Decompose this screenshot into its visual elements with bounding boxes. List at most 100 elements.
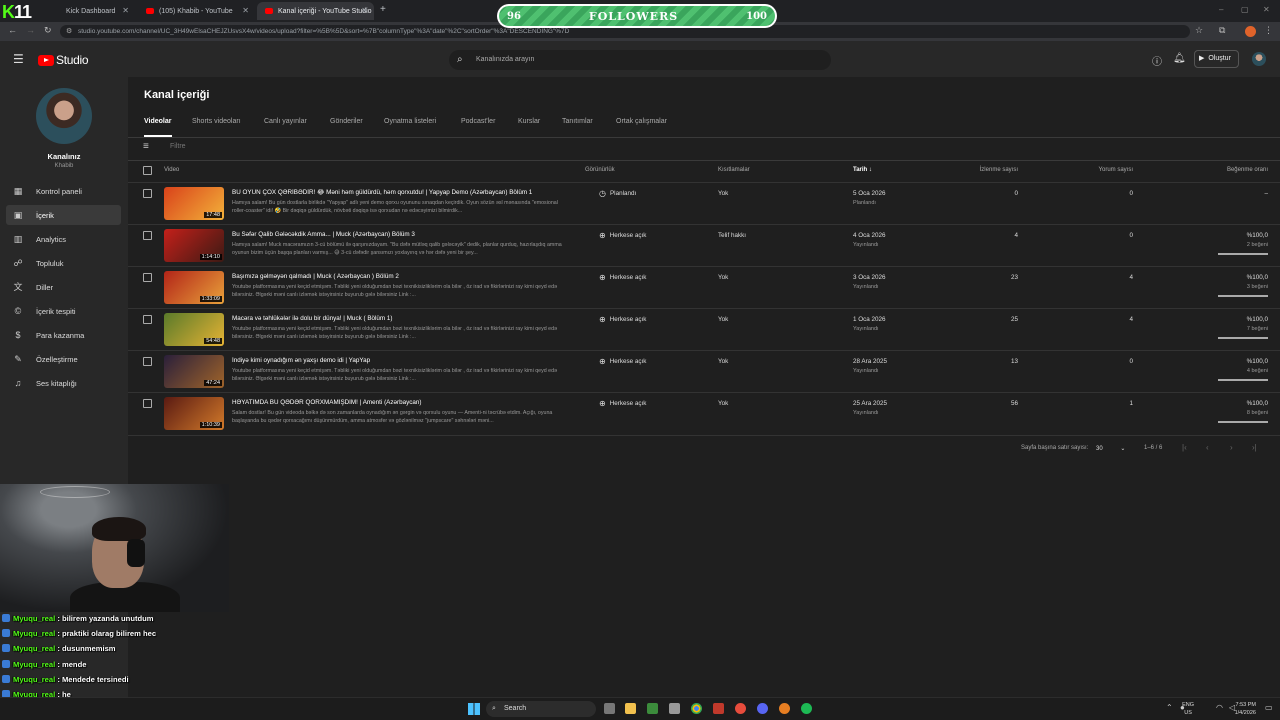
visibility-cell[interactable]: ⊕ Herkese açık bbox=[599, 231, 646, 240]
table-row[interactable]: 1:14:10 Bu Səfər Qalib Gələcəkdik Amma..… bbox=[128, 224, 1280, 266]
video-title[interactable]: BU OYUN ÇOX QƏRİBƏDİR! 😂 Məni həm güldür… bbox=[232, 189, 532, 196]
tab-collaborations[interactable]: Ortak çalışmalar bbox=[616, 118, 667, 125]
video-title[interactable]: Macəra və təhlükələr ilə dolu bir dünya!… bbox=[232, 315, 393, 322]
tab-podcasts[interactable]: Podcast'ler bbox=[461, 118, 495, 125]
back-icon[interactable]: ← bbox=[8, 25, 17, 35]
table-row[interactable]: 1:10:39 HƏYATIMDA BU QƏDƏR QORXMAMIŞDIM!… bbox=[128, 392, 1280, 434]
sidebar-item-community[interactable]: ☍ Topluluk bbox=[6, 253, 121, 273]
profile-avatar[interactable] bbox=[1245, 26, 1256, 37]
next-page-icon[interactable]: › bbox=[1230, 443, 1233, 452]
close-tab-icon[interactable]: ✕ bbox=[242, 6, 249, 15]
sidebar-item-copyright[interactable]: © İçerik tespiti bbox=[6, 301, 121, 321]
video-thumbnail[interactable]: 1:10:39 bbox=[164, 397, 224, 430]
create-button[interactable]: ▶ Oluştur bbox=[1194, 50, 1239, 68]
notification-center-icon[interactable]: ▭ bbox=[1265, 703, 1273, 712]
video-title[interactable]: İndiyə kimi oynadığım ən yaxşı demo idi … bbox=[232, 357, 370, 364]
bookmark-star-icon[interactable]: ☆ bbox=[1195, 25, 1203, 36]
sidebar-item-dashboard[interactable]: ▦ Kontrol paneli bbox=[6, 181, 121, 201]
notifications-icon[interactable]: 🔔︎ bbox=[1173, 53, 1186, 64]
store-icon[interactable] bbox=[669, 703, 680, 714]
column-header-visibility[interactable]: Görünürlük bbox=[585, 167, 615, 173]
video-title[interactable]: HƏYATIMDA BU QƏDƏR QORXMAMIŞDIM! | Ament… bbox=[232, 399, 422, 406]
column-header-views[interactable]: İzlenme sayısı bbox=[980, 167, 1018, 173]
select-all-checkbox[interactable] bbox=[143, 166, 152, 175]
sidebar-item-audio-library[interactable]: ♫ Ses kitaplığı bbox=[6, 373, 121, 393]
last-page-icon[interactable]: ›| bbox=[1252, 443, 1257, 452]
row-checkbox[interactable] bbox=[143, 357, 152, 366]
tab-promotions[interactable]: Tanıtımlar bbox=[562, 118, 593, 125]
visibility-cell[interactable]: ◷ Planlandı bbox=[599, 189, 636, 198]
taskbar-clock[interactable]: 7:53 PM 1/4/2026 bbox=[1235, 701, 1256, 717]
sidebar-item-content[interactable]: ▣ İçerik bbox=[6, 205, 121, 225]
visibility-cell[interactable]: ⊕ Herkese açık bbox=[599, 315, 646, 324]
video-thumbnail[interactable]: 17:48 bbox=[164, 187, 224, 220]
column-header-comments[interactable]: Yorum sayısı bbox=[1099, 167, 1133, 173]
help-icon[interactable]: ⓘ bbox=[1152, 53, 1162, 68]
filter-input[interactable]: Filtre bbox=[170, 143, 186, 150]
video-title[interactable]: Bu Səfər Qalib Gələcəkdik Amma... | Muck… bbox=[232, 231, 415, 238]
account-avatar[interactable] bbox=[1252, 52, 1266, 66]
video-thumbnail[interactable]: 1:14:10 bbox=[164, 229, 224, 262]
new-tab-icon[interactable]: + bbox=[380, 4, 386, 15]
channel-search-input[interactable]: ⌕ Kanalınızda arayın bbox=[449, 50, 831, 70]
video-thumbnail[interactable]: 47:24 bbox=[164, 355, 224, 388]
column-header-restrictions[interactable]: Kısıtlamalar bbox=[718, 167, 750, 173]
chrome-icon[interactable] bbox=[691, 703, 702, 714]
prev-page-icon[interactable]: ‹ bbox=[1206, 443, 1209, 452]
rows-per-page-select[interactable]: 30 ⌄ bbox=[1096, 445, 1125, 452]
table-row[interactable]: 1:33:09 Başımıza gəlməyən qalmadı | Muck… bbox=[128, 266, 1280, 308]
discord-icon[interactable] bbox=[757, 703, 768, 714]
table-row[interactable]: 47:24 İndiyə kimi oynadığım ən yaxşı dem… bbox=[128, 350, 1280, 392]
app-icon[interactable] bbox=[713, 703, 724, 714]
tab-posts[interactable]: Gönderiler bbox=[330, 118, 363, 125]
tab-playlists[interactable]: Oynatma listeleri bbox=[384, 118, 436, 125]
close-tab-icon[interactable]: ✕ bbox=[122, 6, 129, 15]
visibility-cell[interactable]: ⊕ Herkese açık bbox=[599, 273, 646, 282]
tab-courses[interactable]: Kurslar bbox=[518, 118, 540, 125]
sidebar-item-customization[interactable]: ✎ Özelleştirme bbox=[6, 349, 121, 369]
video-thumbnail[interactable]: 54:48 bbox=[164, 313, 224, 346]
browser-tab-youtube[interactable]: (105) Khabib - YouTube ✕ bbox=[138, 2, 255, 20]
tray-chevron-icon[interactable]: ⌃ bbox=[1166, 703, 1173, 712]
tab-shorts[interactable]: Shorts videoları bbox=[192, 118, 241, 125]
close-window-icon[interactable]: ✕ bbox=[1263, 5, 1270, 14]
language-indicator[interactable]: ENG US bbox=[1182, 701, 1194, 717]
visibility-cell[interactable]: ⊕ Herkese açık bbox=[599, 399, 646, 408]
site-info-icon[interactable]: ⚙ bbox=[66, 25, 72, 38]
row-checkbox[interactable] bbox=[143, 189, 152, 198]
taskbar-search[interactable]: ⌕ Search bbox=[486, 701, 596, 717]
visibility-cell[interactable]: ⊕ Herkese açık bbox=[599, 357, 646, 366]
forward-icon[interactable]: → bbox=[26, 25, 35, 35]
video-thumbnail[interactable]: 1:33:09 bbox=[164, 271, 224, 304]
app-icon[interactable] bbox=[779, 703, 790, 714]
tab-videos[interactable]: Videolar bbox=[144, 118, 172, 125]
wifi-icon[interactable]: ◠ bbox=[1216, 703, 1223, 712]
filter-icon[interactable]: ≡ bbox=[143, 141, 149, 152]
app-icon[interactable] bbox=[735, 703, 746, 714]
browser-menu-icon[interactable]: ⋮ bbox=[1264, 25, 1273, 36]
sidebar-item-languages[interactable]: 文 Diller bbox=[6, 277, 121, 297]
row-checkbox[interactable] bbox=[143, 273, 152, 282]
column-header-likes[interactable]: Beğenme oranı bbox=[1227, 167, 1268, 173]
row-checkbox[interactable] bbox=[143, 399, 152, 408]
reload-icon[interactable]: ↻ bbox=[44, 25, 52, 36]
table-row[interactable]: 54:48 Macəra və təhlükələr ilə dolu bir … bbox=[128, 308, 1280, 350]
channel-avatar[interactable] bbox=[36, 88, 92, 144]
task-view-icon[interactable] bbox=[604, 703, 615, 714]
browser-tab-kick[interactable]: Kick Dashboard ✕ bbox=[20, 2, 135, 20]
hamburger-menu-icon[interactable]: ☰ bbox=[13, 52, 24, 66]
column-header-date[interactable]: Tarih ↓ bbox=[853, 167, 872, 173]
table-row[interactable]: 17:48 BU OYUN ÇOX QƏRİBƏDİR! 😂 Məni həm … bbox=[128, 182, 1280, 224]
minimize-icon[interactable]: – bbox=[1219, 5, 1223, 14]
file-explorer-icon[interactable] bbox=[625, 703, 636, 714]
first-page-icon[interactable]: |‹ bbox=[1182, 443, 1187, 452]
maximize-icon[interactable]: ▢ bbox=[1241, 5, 1249, 14]
tab-live[interactable]: Canlı yayınlar bbox=[264, 118, 307, 125]
spotify-icon[interactable] bbox=[801, 703, 812, 714]
browser-tab-studio[interactable]: Kanal içeriği - YouTube Studio ✕ bbox=[257, 2, 374, 20]
row-checkbox[interactable] bbox=[143, 315, 152, 324]
sidebar-item-analytics[interactable]: ▥ Analytics bbox=[6, 229, 121, 249]
terminal-icon[interactable] bbox=[647, 703, 658, 714]
video-title[interactable]: Başımıza gəlməyən qalmadı | Muck ( Azərb… bbox=[232, 273, 399, 280]
studio-logo[interactable]: Studio bbox=[38, 53, 89, 67]
